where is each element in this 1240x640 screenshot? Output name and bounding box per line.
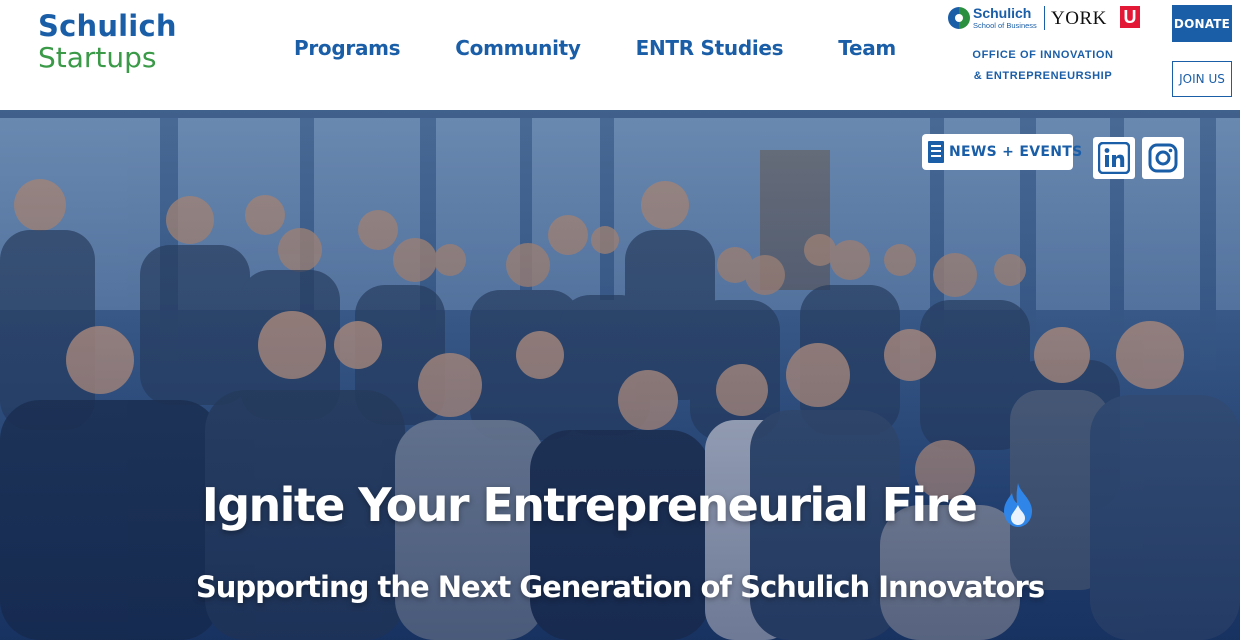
nav-entr-studies[interactable]: ENTR Studies	[636, 36, 784, 64]
hero-title-row: Ignite Your Entrepreneurial Fire	[0, 478, 1240, 532]
hero-overlay	[0, 110, 1240, 640]
news-events-button[interactable]: NEWS + EVENTS	[922, 134, 1082, 170]
schulich-subtitle: School of Business	[973, 21, 1037, 30]
office-line-1: OFFICE OF INNOVATION	[972, 49, 1114, 61]
partner-divider	[1044, 6, 1045, 30]
partner-logos[interactable]: Schulich School of Business YORK U	[948, 4, 1144, 34]
newspaper-icon	[928, 141, 944, 163]
office-title: OFFICE OF INNOVATION & ENTREPRENEURSHIP	[964, 45, 1122, 87]
york-name: YORK	[1051, 8, 1107, 29]
hero-title: Ignite Your Entrepreneurial Fire	[201, 478, 978, 532]
nav-team[interactable]: Team	[838, 36, 896, 64]
logo-line-1: Schulich	[38, 9, 177, 43]
office-line-2: & ENTREPRENEURSHIP	[973, 70, 1113, 82]
york-u-mark: U	[1120, 6, 1140, 28]
flame-icon	[1004, 483, 1033, 527]
linkedin-button[interactable]	[1093, 137, 1135, 179]
site-header: Schulich Startups Programs Community ENT…	[0, 0, 1240, 110]
linkedin-icon	[1098, 142, 1130, 174]
hero-subtitle: Supporting the Next Generation of Schuli…	[195, 570, 1045, 604]
news-events-label: NEWS + EVENTS	[949, 144, 1083, 160]
main-nav: Programs Community ENTR Studies Team	[294, 36, 951, 64]
nav-programs[interactable]: Programs	[294, 36, 401, 64]
instagram-button[interactable]	[1142, 137, 1184, 179]
logo-line-2: Startups	[38, 41, 157, 74]
schulich-startups-logo[interactable]: Schulich Startups	[38, 12, 177, 72]
instagram-icon	[1148, 143, 1178, 173]
hero-section: NEWS + EVENTS Ignite Your Entrepreneuria…	[0, 110, 1240, 640]
nav-community[interactable]: Community	[455, 36, 581, 64]
donate-button[interactable]: DONATE	[1172, 5, 1232, 42]
schulich-logo-mark	[948, 7, 970, 29]
schulich-name: Schulich	[973, 5, 1032, 21]
join-us-button[interactable]: JOIN US	[1172, 61, 1232, 97]
